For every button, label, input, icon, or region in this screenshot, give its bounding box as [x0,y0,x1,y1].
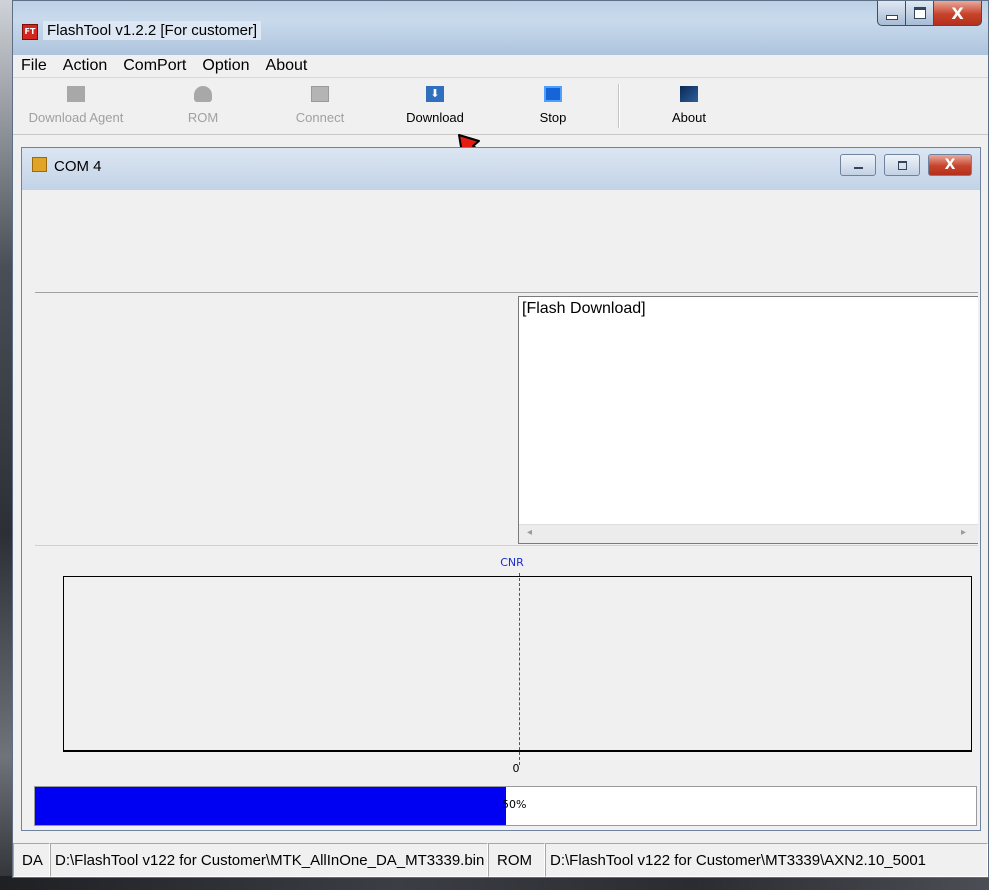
status-bar: DA D:\FlashTool v122 for Customer\MTK_Al… [13,843,988,877]
panel-divider [35,545,978,546]
stop-label: Stop [539,110,567,125]
status-da-path: D:\FlashTool v122 for Customer\MTK_AllIn… [50,843,488,877]
minimize-button[interactable] [877,1,906,26]
close-icon: X [951,3,964,23]
status-rom-path: D:\FlashTool v122 for Customer\MT3339\AX… [545,843,988,877]
stop-icon [544,86,562,102]
download-agent-icon [67,86,85,102]
child-close-button[interactable]: X [928,154,972,176]
maximize-button[interactable] [906,1,934,26]
about-icon [680,86,698,102]
child-title-bar[interactable]: COM 4 X [22,148,980,190]
connect-label: Connect [295,110,345,125]
chart-zero-label: 0 [512,762,520,775]
minimize-icon [853,167,863,169]
title-bar[interactable]: FT FlashTool v1.2.2 [For customer] X [13,1,988,55]
cnr-chart [63,573,972,765]
progress-fill [35,787,506,825]
stop-button[interactable]: Stop [513,84,593,130]
download-button[interactable]: ⬇ Download [385,84,485,130]
rom-label: ROM [187,110,219,125]
download-icon: ⬇ [426,86,444,102]
menu-action[interactable]: Action [55,55,115,77]
status-rom-label: ROM [488,843,545,877]
cnr-label: CNR [500,556,524,569]
scroll-left-icon[interactable]: ◂ [527,527,532,538]
log-horizontal-scrollbar[interactable]: ◂ ▸ [519,524,978,543]
download-agent-label: Download Agent [28,110,124,125]
desktop-background [0,0,12,890]
menu-about[interactable]: About [258,55,316,77]
child-minimize-button[interactable] [840,154,876,176]
minimize-icon [885,14,898,20]
log-output[interactable]: [Flash Download] ◂ ▸ [518,296,978,544]
scroll-right-icon[interactable]: ▸ [961,527,966,538]
log-text: [Flash Download] [522,300,646,317]
connect-icon [311,86,329,102]
window-controls: X [877,1,982,27]
progress-text: 50% [502,798,527,811]
download-label: Download [406,110,464,125]
toolbar: Download Agent ROM Connect ⬇ Download St… [13,77,988,135]
about-label: About [672,110,706,125]
about-button[interactable]: About [649,84,729,130]
close-button[interactable]: X [934,1,982,26]
chart-center-line [519,573,520,765]
taskbar-edge [0,876,989,890]
flashtool-window: FT FlashTool v1.2.2 [For customer] X Fil… [12,0,989,878]
child-window-controls: X [840,154,972,176]
window-title: FlashTool v1.2.2 [For customer] [43,21,262,40]
rom-icon [194,86,212,102]
status-da-label: DA [13,843,50,877]
download-agent-button[interactable]: Download Agent [21,84,131,130]
restore-icon [897,160,907,170]
com-child-window: COM 4 X [Flash Download] ◂ ▸ CNR 0 50% [21,147,981,831]
close-icon: X [944,157,956,173]
child-restore-button[interactable] [884,154,920,176]
menu-comport[interactable]: ComPort [115,55,194,77]
menu-option[interactable]: Option [194,55,257,77]
progress-bar: 50% [34,786,977,826]
top-panel [35,194,978,293]
maximize-icon [913,7,926,19]
rom-button[interactable]: ROM [163,84,243,130]
child-window-title: COM 4 [54,158,102,175]
com-port-icon [32,157,47,172]
connect-button[interactable]: Connect [275,84,365,130]
app-icon[interactable]: FT [22,24,38,40]
menu-bar: File Action ComPort Option About [13,55,988,77]
menu-file[interactable]: File [13,55,55,77]
toolbar-separator [618,84,620,128]
